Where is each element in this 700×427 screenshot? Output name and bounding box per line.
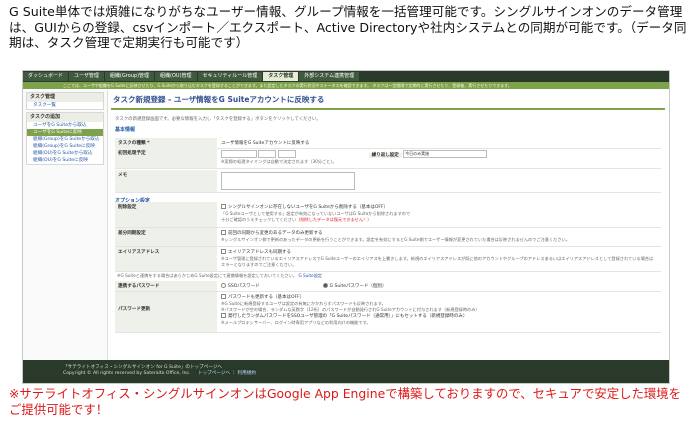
sidebar-item-export-groups[interactable]: 組織(Group)をG Suiteに反映: [27, 143, 103, 150]
delete-note-2: 十分ご確認のうえチェックしてください: [221, 217, 297, 222]
label-memo: メモ: [115, 170, 217, 192]
delete-checkbox[interactable]: [221, 204, 226, 209]
sidebar-heading: タスクの追加: [27, 113, 103, 122]
footer-copyright: Copyright © All rights reserved by Sater…: [63, 371, 191, 376]
label-first-run: 初回処理予定: [115, 148, 217, 168]
sidebar-item-import-ou[interactable]: 組織(OU)をG Suiteから取込: [27, 150, 103, 157]
sidebar-item-export-ou[interactable]: 組織(OU)をG Suiteに反映: [27, 157, 103, 164]
sidebar-task-management: タスク管理 タスク一覧: [26, 92, 104, 110]
gsuite-settings-note: ※G Suiteと連携をする場合はあらかじめG Suite設定にて連携情報を設定…: [117, 273, 298, 278]
row-first-run: 初回処理予定 繰り返し設定 今日のみ実施 ※実際の処理タイミングは自動で決定され…: [115, 148, 661, 169]
sidebar: タスク管理 タスク一覧 タスクの追加 ユーザをG Suiteから取込 ユーザをG…: [23, 90, 108, 383]
sidebar-heading: タスク管理: [27, 93, 103, 102]
row-diff: 差分同期設定 前回の同期から変更のあるデータのみ更新する ※シングルサインオン側…: [115, 228, 661, 247]
diff-checkbox[interactable]: [221, 230, 226, 235]
row-memo: メモ: [115, 170, 661, 193]
pw-random-checkbox[interactable]: [221, 313, 226, 318]
label-repeat: 繰り返し設定: [368, 152, 402, 158]
label-delete: 削除設定: [115, 202, 217, 227]
footnote: ※サテライトオフィス・シングルサインオンはGoogle App Engineで構…: [9, 386, 682, 417]
tab-security-rules[interactable]: セキュリティルール管理: [197, 72, 263, 81]
pw-update-checkbox[interactable]: [221, 294, 226, 299]
sidebar-add-task: タスクの追加 ユーザをG Suiteから取込 ユーザをG Suiteに反映 組織…: [26, 112, 104, 165]
page-description: タスクの新規登録画面です。必要な情報を入力し「タスクを登録する」ボタンをクリック…: [115, 117, 321, 122]
first-run-hint: ※実際の処理タイミングは自動で決定されます（30分ごと）。: [221, 158, 337, 164]
radio-sso-password[interactable]: [221, 283, 226, 288]
tab-groups[interactable]: 組織(Group)管理: [104, 72, 155, 81]
label-pw-change: パスワード更新: [115, 292, 217, 332]
label-alias: エイリアスアドレス: [115, 247, 217, 271]
main-panel: タスク新規登録 - ユーザ情報をG Suiteアカウントに反映する タスクの新規…: [111, 92, 665, 381]
row-alias: エイリアスアドレス エイリアスアドレスも同期する ※ユーザ管理に登録されているエ…: [115, 247, 661, 272]
first-run-date-input[interactable]: [221, 150, 257, 158]
tab-users[interactable]: ユーザ管理: [69, 72, 104, 81]
radio-sso-password-label: SSOパスワード: [228, 284, 260, 289]
sidebar-item-task-list[interactable]: タスク一覧: [27, 102, 103, 109]
sidebar-item-export-users[interactable]: ユーザをG Suiteに反映: [27, 129, 103, 136]
sidebar-item-import-groups[interactable]: 組織(Group)をG Suiteから取込: [27, 136, 103, 143]
gsuite-settings-link[interactable]: G Suite設定: [298, 273, 322, 278]
app-screenshot: ダッシュボード ユーザ管理 組織(Group)管理 組織(OU)管理 セキュリテ…: [22, 70, 670, 384]
diff-option-text: 前回の同期から変更のあるデータのみ更新する: [228, 231, 323, 236]
section-basic: 基本情報: [115, 127, 136, 133]
top-nav: ダッシュボード ユーザ管理 組織(Group)管理 組織(OU)管理 セキュリテ…: [23, 71, 669, 82]
intro-text: G Suite単体では煩雑になりがちなユーザー情報、グループ情報を一括管理可能で…: [9, 4, 687, 51]
memo-textarea[interactable]: [221, 172, 355, 190]
alias-checkbox[interactable]: [221, 249, 226, 254]
first-run-hour-select[interactable]: [258, 150, 277, 158]
pw-note-3: ※メールプロキシサーバー、ログイン時専用アプリなどの利用向けの機能です。: [221, 320, 371, 325]
sidebar-item-import-users[interactable]: ユーザをG Suiteから取込: [27, 122, 103, 129]
delete-warning: （削除したデータは復元できません！）: [296, 217, 372, 222]
row-pw-sync: 連携するパスワード SSOパスワード G Suiteパスワード（個別）: [115, 281, 661, 292]
alias-note: ※ユーザ管理に登録されているエイリアスアドレスでG Suiteユーザーのエイリア…: [221, 256, 654, 267]
repeat-select[interactable]: 今日のみ実施: [403, 150, 488, 158]
row-delete: 削除設定 シングルサインオンに存在しないユーザをG Suiteから削除する（基本…: [115, 202, 661, 228]
alias-option-text: エイリアスアドレスも同期する: [228, 250, 291, 255]
diff-note: ※シングルサインオン側で更新のあったデータの更新を行うことができます。設定を有効…: [221, 237, 570, 242]
notice-banner: ここでは、ユーザや組織をG Suiteに反映させたり、G Suiteから取り込む…: [23, 82, 669, 89]
task-type-value: ユーザ情報をG Suiteアカウントに反映する: [221, 141, 310, 146]
radio-gsuite-password[interactable]: [322, 283, 328, 288]
tab-external-systems[interactable]: 外部システム連携管理: [299, 72, 360, 81]
footer: 「サテライトオフィス・シングルサインオン for G Suite」のトップページ…: [23, 360, 669, 383]
label-task-type: タスクの種類 *: [115, 138, 217, 148]
row-pw-change: パスワード更新 パスワードも更新する（基本はOFF） ※G Suiteに新規登録…: [115, 292, 661, 333]
footer-links[interactable]: トップページへ ｜ 利用規約: [198, 371, 256, 376]
tab-ou[interactable]: 組織(OU)管理: [155, 72, 197, 81]
pw-update-text: パスワードも更新する（基本はOFF）: [228, 295, 305, 300]
label-pw-sync: 連携するパスワード: [115, 281, 217, 291]
tab-dashboard[interactable]: ダッシュボード: [23, 72, 69, 81]
label-diff: 差分同期設定: [115, 228, 217, 246]
page-title: タスク新規登録 - ユーザ情報をG Suiteアカウントに反映する: [111, 92, 665, 110]
delete-option-text: シングルサインオンに存在しないユーザをG Suiteから削除する（基本はOFF）: [228, 205, 389, 210]
radio-gsuite-password-label: G Suiteパスワード（個別）: [329, 284, 387, 289]
tab-tasks[interactable]: タスク管理: [263, 72, 299, 81]
pw-random-text: 発行したランダムパスワードをSSOユーザ管理の「G Suiteパスワード（通常用…: [228, 314, 468, 319]
first-run-minute-select[interactable]: [277, 150, 296, 158]
